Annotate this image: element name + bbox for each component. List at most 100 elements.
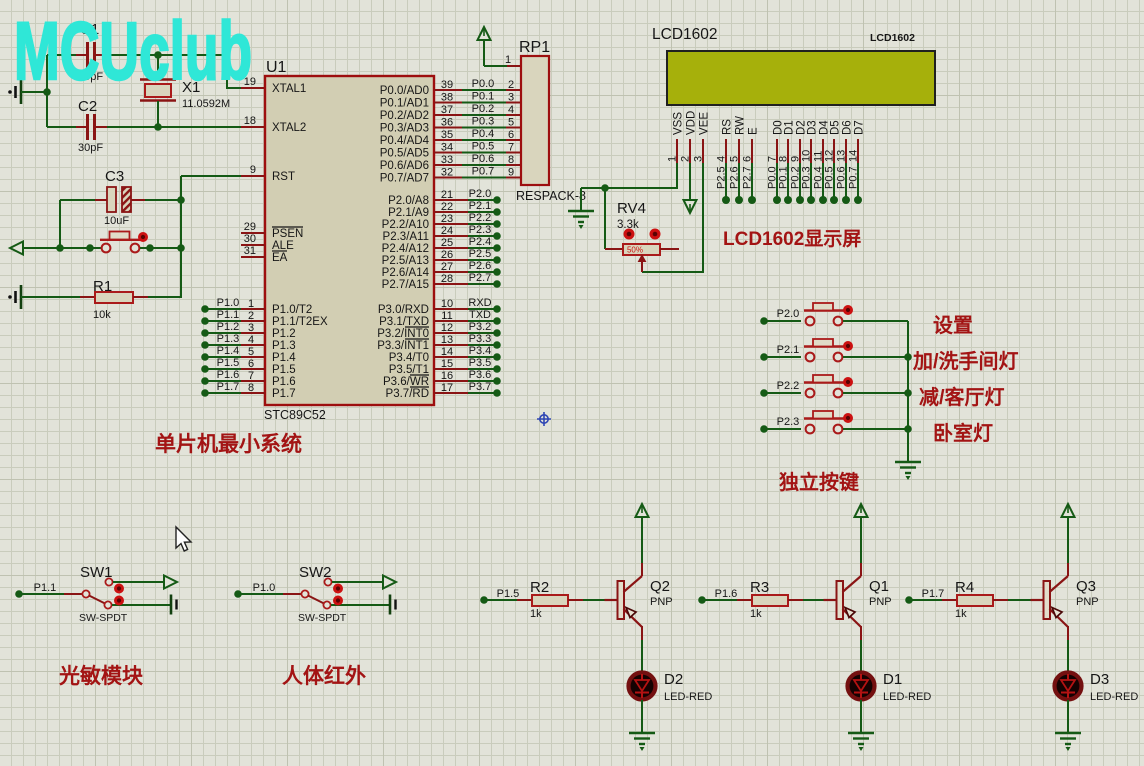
svg-text:15: 15 [441, 358, 453, 370]
svg-text:P0.7: P0.7 [848, 166, 860, 189]
svg-text:Q3: Q3 [1076, 578, 1096, 595]
svg-text:13: 13 [836, 150, 848, 162]
svg-text:RW: RW [735, 116, 747, 135]
svg-text:P3.1/TXD: P3.1/TXD [379, 316, 429, 328]
svg-text:P0.4/AD4: P0.4/AD4 [380, 135, 430, 147]
svg-text:35: 35 [441, 129, 453, 141]
svg-text:P3.3: P3.3 [469, 333, 492, 345]
svg-text:P1.3: P1.3 [217, 333, 240, 345]
svg-text:4: 4 [716, 156, 728, 162]
svg-text:23: 23 [441, 213, 453, 225]
svg-text:R1: R1 [93, 278, 112, 295]
svg-text:P2.6: P2.6 [729, 166, 741, 189]
svg-text:ALE: ALE [272, 240, 294, 252]
svg-text:P2.3: P2.3 [777, 416, 800, 428]
svg-text:XTAL2: XTAL2 [272, 122, 306, 134]
svg-text:1: 1 [505, 54, 511, 66]
svg-text:P2.7/A15: P2.7/A15 [382, 279, 429, 291]
svg-text:18: 18 [244, 115, 256, 127]
svg-text:P0.1: P0.1 [472, 91, 495, 103]
svg-text:2: 2 [508, 79, 514, 91]
svg-text:3.3k: 3.3k [617, 219, 639, 231]
svg-text:31: 31 [244, 245, 256, 257]
svg-text:加/洗手间灯: 加/洗手间灯 [912, 349, 1019, 373]
svg-text:P1.5: P1.5 [497, 588, 520, 600]
svg-text:P3.5/T1: P3.5/T1 [389, 364, 429, 376]
svg-text:D2: D2 [664, 671, 683, 688]
svg-text:29: 29 [244, 221, 256, 233]
svg-text:P1.6: P1.6 [272, 376, 296, 388]
svg-text:3: 3 [248, 322, 254, 334]
svg-text:2: 2 [248, 310, 254, 322]
svg-text:P0.5: P0.5 [472, 141, 495, 153]
svg-text:P2.0: P2.0 [777, 308, 800, 320]
svg-text:P2.6/A14: P2.6/A14 [382, 267, 430, 279]
svg-text:P0.0: P0.0 [472, 78, 495, 90]
svg-text:U1: U1 [266, 59, 287, 76]
svg-text:光敏模块: 光敏模块 [58, 664, 144, 688]
svg-text:24: 24 [441, 225, 453, 237]
svg-text:P0.1: P0.1 [778, 166, 790, 189]
svg-text:P0.3: P0.3 [472, 116, 495, 128]
svg-text:D1: D1 [784, 120, 796, 135]
svg-text:P3.0/RXD: P3.0/RXD [378, 304, 429, 316]
svg-text:RS: RS [722, 119, 734, 135]
svg-text:P1.1: P1.1 [217, 309, 240, 321]
svg-text:D6: D6 [842, 120, 854, 135]
svg-text:4: 4 [508, 104, 514, 116]
svg-text:3: 3 [508, 92, 514, 104]
svg-text:P1.2: P1.2 [272, 328, 296, 340]
svg-text:设置: 设置 [933, 314, 973, 337]
svg-text:P2.5: P2.5 [716, 166, 728, 189]
svg-text:7: 7 [248, 370, 254, 382]
svg-text:C3: C3 [105, 168, 124, 185]
svg-text:P1.4: P1.4 [217, 345, 240, 357]
svg-text:P0.1/AD1: P0.1/AD1 [380, 98, 429, 110]
svg-text:D5: D5 [830, 120, 842, 135]
svg-text:D3: D3 [1090, 671, 1109, 688]
svg-text:P2.1: P2.1 [777, 344, 800, 356]
svg-text:P2.1: P2.1 [469, 200, 492, 212]
svg-text:LCD1602: LCD1602 [652, 26, 718, 43]
svg-text:D3: D3 [807, 120, 819, 135]
svg-text:P2.3: P2.3 [469, 224, 492, 236]
svg-text:30: 30 [244, 233, 256, 245]
svg-text:P3.4: P3.4 [469, 345, 492, 357]
svg-text:P3.7/RD: P3.7/RD [386, 388, 429, 400]
svg-text:1: 1 [248, 298, 254, 310]
svg-text:SW-SPDT: SW-SPDT [298, 612, 347, 624]
svg-text:P2.4/A12: P2.4/A12 [382, 243, 429, 255]
svg-text:C2: C2 [78, 98, 97, 115]
svg-text:11: 11 [441, 310, 452, 322]
svg-text:E: E [748, 127, 760, 135]
svg-text:单片机最小系统: 单片机最小系统 [155, 432, 302, 456]
svg-text:P1.7: P1.7 [922, 588, 945, 600]
svg-text:1k: 1k [955, 608, 967, 620]
svg-text:P0.7/AD7: P0.7/AD7 [380, 173, 429, 185]
svg-text:P0.3/AD3: P0.3/AD3 [380, 123, 429, 135]
svg-text:P0.7: P0.7 [472, 166, 495, 178]
svg-text:VSS: VSS [673, 112, 685, 135]
svg-text:P2.7: P2.7 [469, 272, 492, 284]
svg-text:RESPACK-8: RESPACK-8 [516, 189, 586, 203]
svg-text:D7: D7 [854, 120, 866, 135]
svg-text:TXD: TXD [469, 309, 491, 321]
svg-text:独立按键: 独立按键 [779, 470, 859, 494]
svg-text:10: 10 [441, 298, 453, 310]
svg-text:LED-RED: LED-RED [664, 691, 712, 703]
svg-text:P2.1/A9: P2.1/A9 [388, 207, 429, 219]
svg-text:SW2: SW2 [299, 564, 332, 581]
svg-text:P0.3: P0.3 [801, 166, 813, 189]
svg-text:6: 6 [508, 129, 514, 141]
svg-text:VDD: VDD [686, 111, 698, 135]
svg-text:4: 4 [248, 334, 254, 346]
svg-text:14: 14 [441, 346, 453, 358]
svg-text:LCD1602显示屏: LCD1602显示屏 [723, 228, 861, 250]
svg-text:P3.5: P3.5 [469, 357, 492, 369]
svg-text:1k: 1k [750, 608, 762, 620]
svg-text:1: 1 [667, 156, 679, 162]
svg-text:VEE: VEE [699, 112, 711, 135]
svg-text:38: 38 [441, 92, 453, 104]
svg-text:P2.0/A8: P2.0/A8 [388, 195, 429, 207]
svg-text:27: 27 [441, 261, 453, 273]
